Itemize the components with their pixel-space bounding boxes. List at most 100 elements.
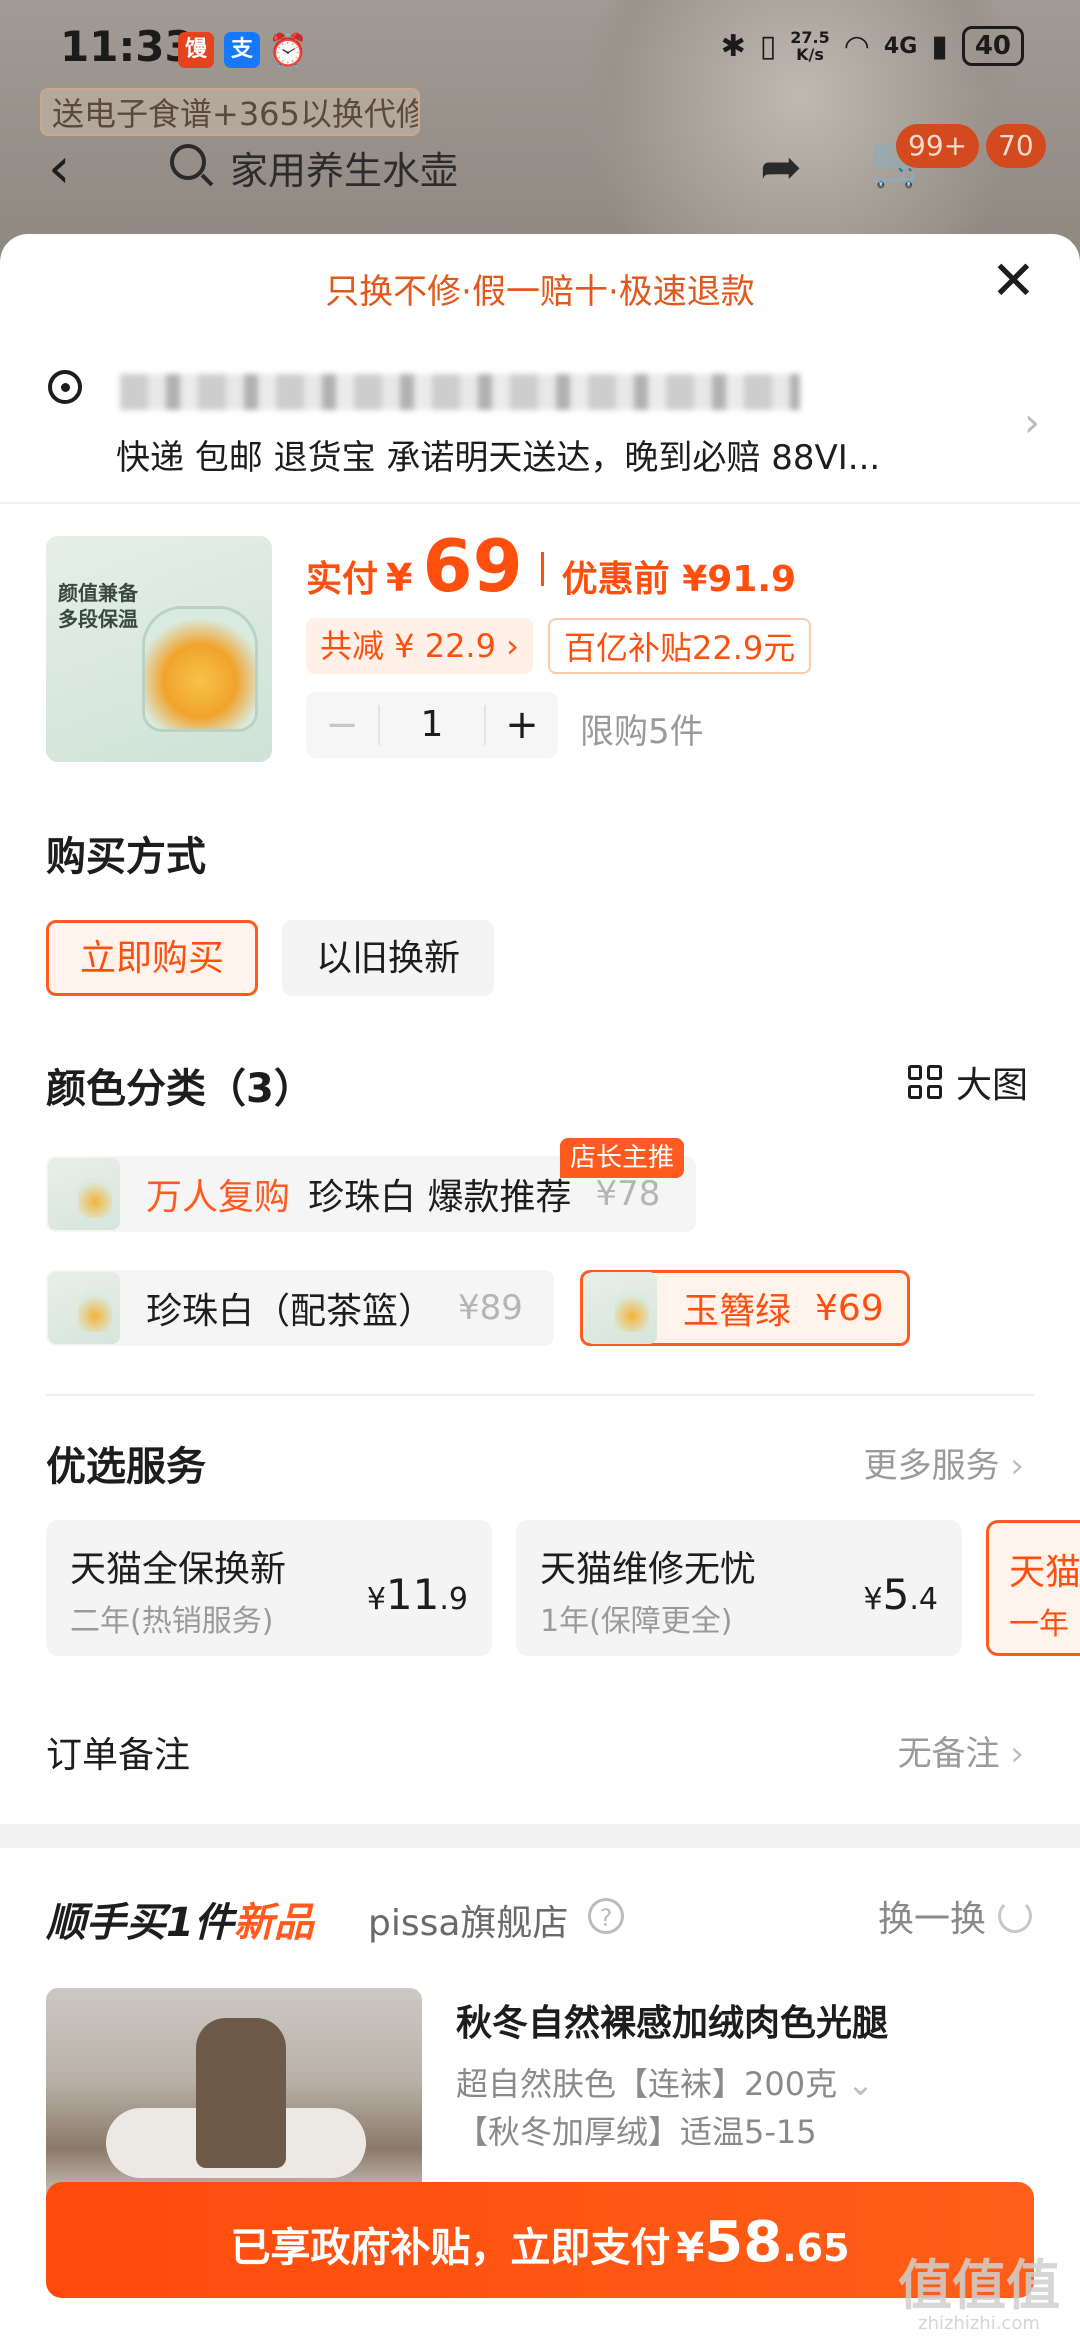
signal-icon: ▮ [931, 28, 948, 64]
sku-thumbnail [585, 1272, 657, 1344]
increase-button[interactable]: + [486, 702, 558, 748]
service-price-dec: .4 [909, 1582, 938, 1617]
quantity-value[interactable]: 1 [378, 705, 486, 745]
service-subtitle: 二年(热销服务) [70, 1604, 274, 1639]
more-services-label: 更多服务 [863, 1446, 1000, 1486]
addon-store-name[interactable]: pissa旗舰店 [368, 1894, 568, 1946]
purchase-method-title: 购买方式 [46, 834, 206, 880]
section-gap [0, 1824, 1080, 1848]
app-notification-icon: 馒 [178, 32, 214, 68]
addon-title-main: 顺手买1件 [46, 1900, 234, 1946]
service-price-yen: ¥ [863, 1582, 883, 1617]
help-icon[interactable]: ? [588, 1898, 624, 1934]
sku-price: ¥69 [815, 1287, 884, 1329]
color-section-title: 颜色分类（3） [46, 1066, 314, 1112]
service-card-partial[interactable]: 天猫 一年 [986, 1520, 1080, 1656]
message-badge[interactable]: 70 [986, 124, 1046, 168]
site-watermark: 值值值 zhizhizhi.com [898, 2258, 1060, 2334]
sku-name: 玉簪绿 [683, 1291, 792, 1332]
net-speed-unit: K/s [796, 45, 824, 64]
services-title: 优选服务 [46, 1444, 206, 1490]
quantity-stepper: − 1 + [306, 692, 558, 758]
service-subtitle: 1年(保障更全) [540, 1604, 733, 1639]
bluetooth-icon: ✱ [720, 28, 746, 64]
option-trade-in[interactable]: 以旧换新 [282, 920, 494, 996]
addon-product-name[interactable]: 秋冬自然裸感加绒肉色光腿 [456, 1994, 888, 2046]
divider [46, 1394, 1034, 1396]
share-icon[interactable]: ➦ [760, 138, 802, 196]
search-query[interactable]: 家用养生水壶 [230, 140, 458, 195]
option-buy-now[interactable]: 立即购买 [46, 920, 258, 996]
subsidy-chip: 百亿补贴22.9元 [548, 618, 812, 674]
sku-option-jade-green[interactable]: 玉簪绿 ¥69 [580, 1270, 910, 1346]
service-card-repair[interactable]: 天猫维修无忧 1年(保障更全) ¥5.4 [516, 1520, 962, 1656]
status-time: 11:33 [60, 22, 194, 71]
pay-label: 已享政府补贴，立即支付 [230, 2225, 671, 2271]
service-title: 天猫全保换新 [70, 1549, 287, 1590]
addon-title-new: 新品 [233, 1900, 314, 1946]
sku-thumbnail [48, 1158, 120, 1230]
chevron-down-icon: ⌄ [847, 2065, 874, 2103]
discount-chip[interactable]: 共减 ¥ 22.9 › [306, 618, 533, 674]
addon-spec-line1: 超自然肤色【连袜】200克 [456, 2065, 838, 2103]
back-button[interactable]: ‹ [48, 136, 70, 201]
watermark-sub: zhizhizhi.com [918, 2313, 1040, 2334]
product-thumbnail[interactable]: 颜值兼备 多段保温 [46, 536, 272, 762]
sku-price: ¥78 [595, 1174, 661, 1214]
sku-price: ¥89 [458, 1288, 523, 1328]
price-value: 69 [422, 524, 523, 608]
guarantee-banner: 只换不修·假一赔十·极速退款 [325, 272, 755, 312]
status-bar: 11:33 馒 支 ⏰ ✱ ▯ 27.5 K/s ◠ 4G ▮ 40 [0, 0, 1080, 96]
price-label: 实付 [306, 559, 379, 600]
sku-option-pearl-white-tea[interactable]: 珍珠白（配茶篮） ¥89 [46, 1270, 554, 1346]
refresh-icon [998, 1899, 1032, 1933]
chevron-right-icon: › [1024, 400, 1040, 446]
price-currency: ¥ [386, 556, 413, 600]
grid-icon [907, 1065, 942, 1099]
price-separator [540, 552, 544, 586]
swap-button[interactable]: 换一换 [878, 1890, 1032, 1942]
sku-name: 珍珠白（配茶篮） [146, 1291, 435, 1332]
service-subtitle: 一年 [1009, 1607, 1069, 1642]
search-icon [170, 144, 206, 180]
original-price: 优惠前 ¥91.9 [561, 559, 797, 600]
divider [0, 502, 1080, 504]
more-services-link[interactable]: 更多服务 › [864, 1438, 1024, 1487]
background-page: 送电子食谱+365以换代修 11:33 馒 支 ⏰ ✱ ▯ 27.5 K/s ◠… [0, 0, 1080, 260]
kettle-image [142, 606, 258, 732]
alarm-icon: ⏰ [268, 31, 308, 69]
addon-product-spec[interactable]: 超自然肤色【连袜】200克 ⌄ 【秋冬加厚绒】适温5-15 [456, 2060, 874, 2156]
thumbnail-caption: 颜值兼备 多段保温 [58, 581, 138, 631]
order-note-text: 无备注 [897, 1734, 1000, 1774]
owner-recommend-badge: 店长主推 [560, 1138, 685, 1178]
addon-spec-line2: 【秋冬加厚绒】适温5-15 [456, 2113, 817, 2151]
swap-label: 换一换 [877, 1899, 986, 1940]
pay-currency: ¥ [676, 2225, 705, 2271]
service-title: 天猫维修无忧 [540, 1549, 757, 1590]
top-nav: ‹ 家用养生水壶 ➦ 🛒 99+ 70 [0, 118, 1080, 214]
network-type: 4G [883, 33, 918, 59]
pay-button[interactable]: 已享政府补贴，立即支付 ¥ 58 .65 [46, 2182, 1034, 2298]
chevron-right-icon: › [1010, 1734, 1024, 1774]
addon-title: 顺手买1件新品 [46, 1890, 314, 1948]
order-note-value[interactable]: 无备注 › [898, 1726, 1024, 1775]
sku-name: 珍珠白 爆款推荐 [308, 1177, 572, 1218]
service-card-full-warranty[interactable]: 天猫全保换新 二年(热销服务) ¥11.9 [46, 1520, 492, 1656]
service-price-yen: ¥ [366, 1582, 386, 1617]
sku-thumbnail [48, 1272, 120, 1344]
chevron-right-icon: › [1010, 1446, 1024, 1486]
pay-amount-dec: .65 [782, 2226, 850, 2270]
service-price-dec: .9 [439, 1582, 468, 1617]
watermark-main: 值值值 [898, 2254, 1060, 2317]
sku-tag: 万人复购 [146, 1177, 291, 1218]
vibrate-icon: ▯ [759, 28, 777, 64]
service-price-int: 11 [385, 1570, 440, 1619]
big-view-toggle[interactable]: 大图 [907, 1056, 1028, 1108]
close-icon[interactable]: ✕ [991, 254, 1036, 308]
battery-indicator: 40 [961, 26, 1024, 66]
pay-amount-int: 58 [704, 2210, 783, 2275]
decrease-button[interactable]: − [306, 702, 378, 748]
status-right-group: ✱ ▯ 27.5 K/s ◠ 4G ▮ 40 [721, 26, 1024, 66]
address-row[interactable]: 快递 包邮 退货宝 承诺明天送达，晚到必赔 88VI... › [40, 360, 1040, 490]
service-price: ¥5.4 [864, 1570, 938, 1619]
